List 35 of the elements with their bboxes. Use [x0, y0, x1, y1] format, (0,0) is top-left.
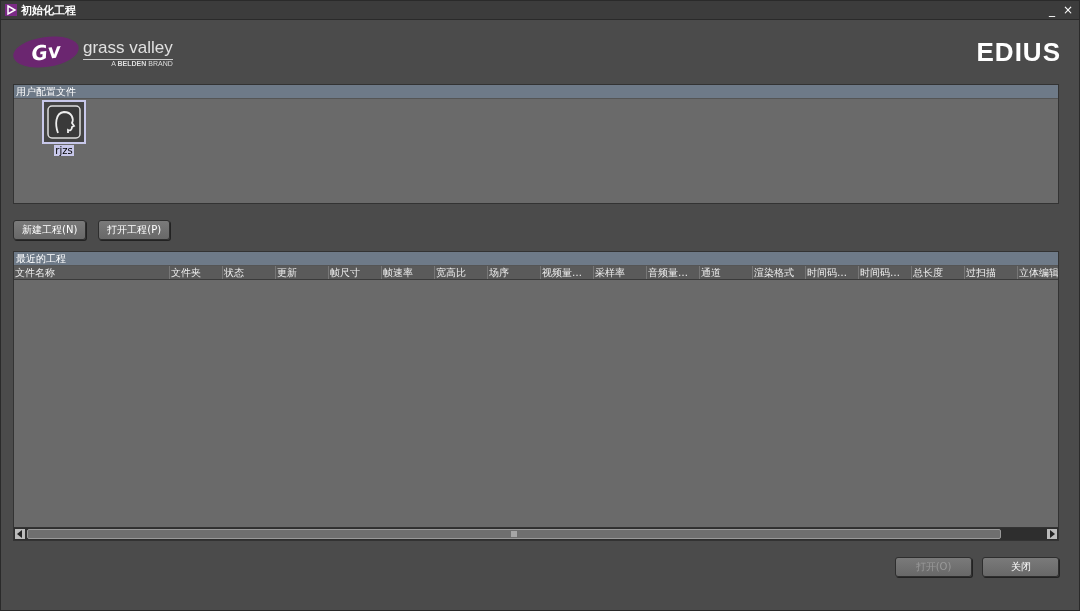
grip-icon: [511, 531, 517, 537]
right-arrow-icon[interactable]: [1049, 530, 1055, 538]
horizontal-scrollbar[interactable]: [14, 527, 1058, 540]
column-header[interactable]: 时间码…: [806, 266, 859, 279]
app-icon: [5, 4, 17, 16]
column-header[interactable]: 过扫描: [965, 266, 1018, 279]
window-title: 初始化工程: [21, 2, 77, 18]
column-header[interactable]: 视频量…: [541, 266, 594, 279]
panel-header: 用户配置文件: [14, 85, 1058, 99]
dialog-button[interactable]: 关闭: [982, 557, 1059, 577]
project-button[interactable]: 打开工程(P): [98, 220, 171, 240]
column-header[interactable]: 文件夹: [170, 266, 223, 279]
column-header[interactable]: 通道: [700, 266, 753, 279]
column-header[interactable]: 帧尺寸: [329, 266, 382, 279]
profile-name[interactable]: rjzs: [54, 145, 74, 156]
column-header[interactable]: 立体编辑: [1018, 266, 1058, 279]
minimize-button[interactable]: _: [1046, 3, 1057, 17]
column-header[interactable]: 总长度: [912, 266, 965, 279]
close-button[interactable]: ×: [1060, 3, 1075, 17]
column-header[interactable]: 帧速率: [382, 266, 435, 279]
column-header[interactable]: 宽高比: [435, 266, 488, 279]
column-header[interactable]: 更新: [276, 266, 329, 279]
column-header[interactable]: 文件名称: [14, 266, 170, 279]
column-header[interactable]: 场序: [488, 266, 541, 279]
column-header[interactable]: 时间码…: [859, 266, 912, 279]
product-logo: EDIUS: [976, 36, 1061, 68]
column-header[interactable]: 采样率: [594, 266, 647, 279]
column-header[interactable]: 状态: [223, 266, 276, 279]
company-name: grass valley: [83, 37, 173, 60]
column-header[interactable]: 音频量…: [647, 266, 700, 279]
project-button[interactable]: 新建工程(N): [13, 220, 87, 240]
panel-header: 最近的工程: [14, 252, 1058, 266]
column-header[interactable]: 渲染格式: [753, 266, 806, 279]
profile-avatar[interactable]: [42, 100, 86, 144]
left-arrow-icon[interactable]: [17, 530, 23, 538]
